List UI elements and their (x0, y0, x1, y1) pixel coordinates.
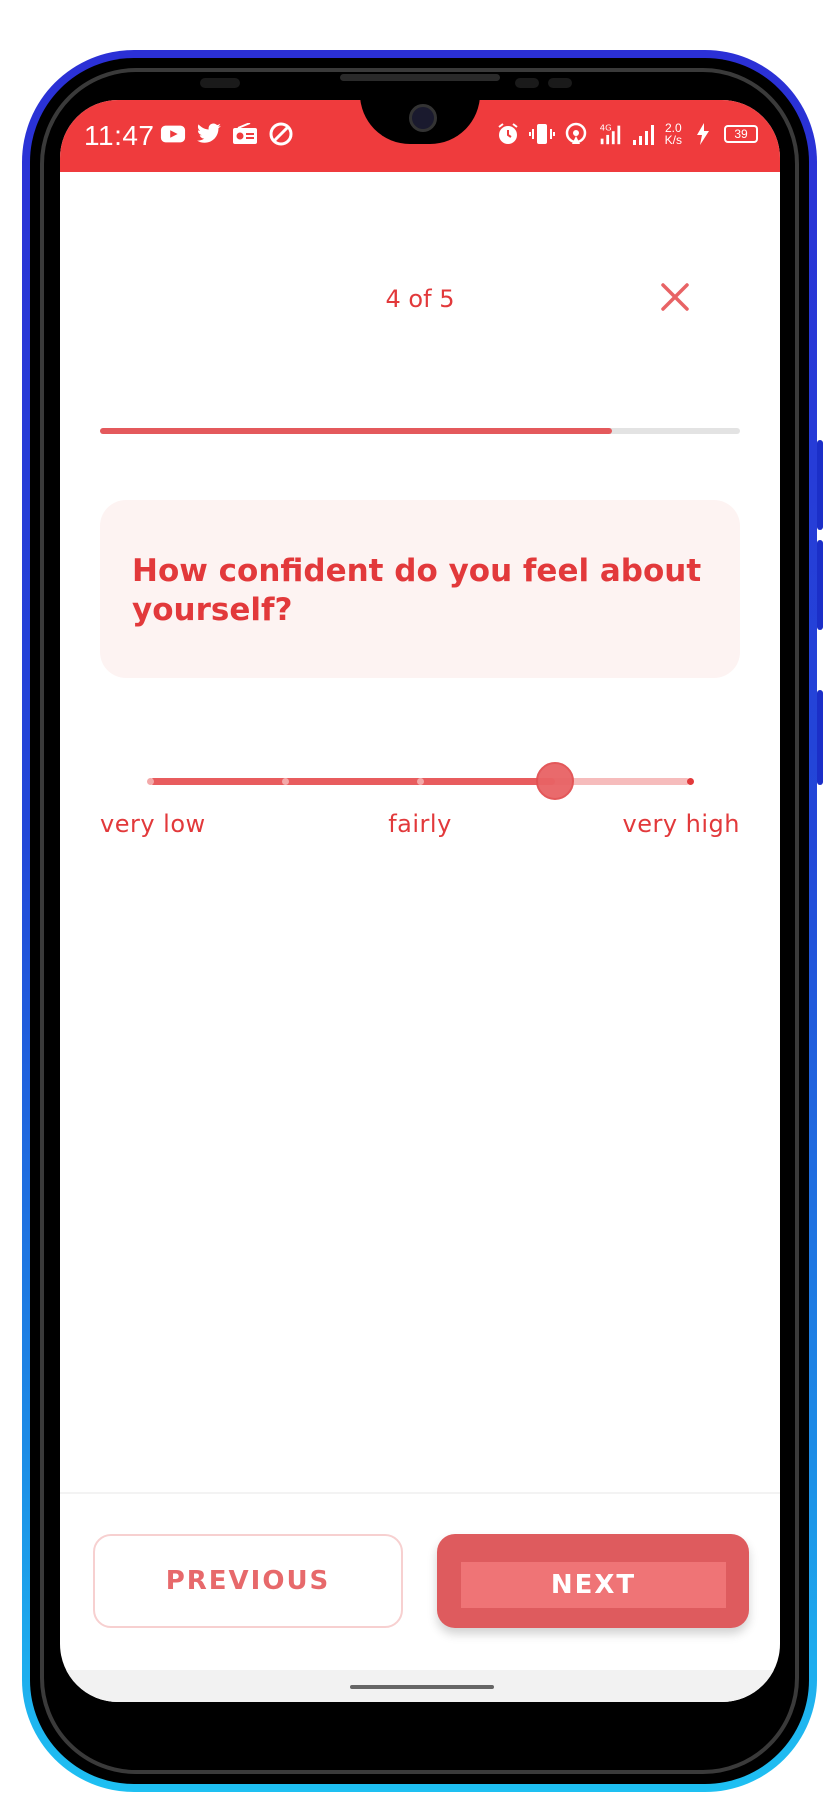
volume-up-button (817, 440, 823, 530)
question-text: How confident do you feel about yourself… (132, 553, 702, 628)
question-card: How confident do you feel about yourself… (100, 500, 740, 678)
battery-icon: 39 (724, 125, 758, 143)
slider-tick (146, 778, 154, 785)
earpiece-speaker (340, 74, 500, 81)
home-indicator[interactable] (350, 1685, 494, 1689)
footer-divider (60, 1492, 780, 1494)
sensor (515, 78, 539, 88)
sensor (548, 78, 572, 88)
slider-tick (686, 778, 694, 785)
scale-label-high: very high (622, 810, 740, 838)
charging-icon (690, 121, 716, 147)
network-speed-unit: K/s (664, 133, 682, 147)
sync-icon (268, 121, 294, 147)
alarm-icon (495, 121, 521, 147)
vibrate-icon (528, 121, 555, 147)
youtube-icon (160, 121, 186, 147)
confidence-slider[interactable] (146, 760, 694, 800)
progress-bar-fill (100, 428, 612, 434)
status-bar: 11:47 4G 2.0 K/s 39 (60, 100, 780, 172)
hotspot-icon (563, 121, 589, 147)
close-icon (661, 283, 689, 311)
status-right-icons: 4G 2.0 K/s 39 (495, 121, 758, 147)
close-button[interactable] (656, 278, 694, 316)
svg-text:4G: 4G (599, 122, 611, 132)
radio-icon (232, 121, 258, 147)
status-time: 11:47 (84, 120, 155, 151)
slider-thumb[interactable] (536, 762, 574, 800)
network-speed: 2.0 K/s (665, 122, 682, 146)
signal-icon (631, 121, 657, 147)
next-button-label: NEXT (461, 1562, 726, 1608)
slider-tick (281, 778, 289, 785)
previous-button[interactable]: PREVIOUS (93, 1534, 403, 1628)
phone-screen: 11:47 4G 2.0 K/s 39 4 of 5 How confident… (60, 100, 780, 1702)
volume-down-button (817, 540, 823, 630)
front-camera (409, 104, 437, 132)
slider-tick (416, 778, 424, 785)
progress-bar (100, 428, 740, 434)
slider-track-active (150, 778, 555, 785)
twitter-icon (196, 121, 222, 147)
status-left-icons (160, 121, 294, 147)
sensor (200, 78, 240, 88)
power-button (817, 690, 823, 785)
next-button[interactable]: NEXT (437, 1534, 749, 1628)
signal-4g-icon: 4G (597, 121, 623, 147)
